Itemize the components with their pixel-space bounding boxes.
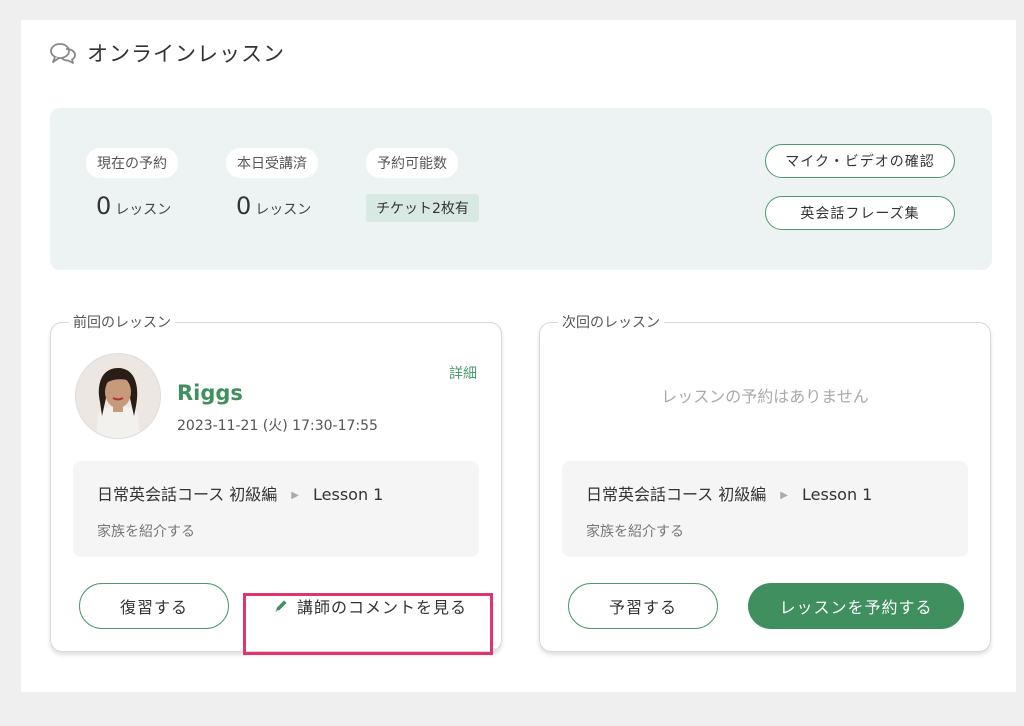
stat-available: 予約可能数 チケット2枚有: [366, 148, 479, 222]
teacher-avatar: [75, 353, 161, 439]
book-lesson-button[interactable]: レッスンを予約する: [748, 583, 964, 629]
lesson-topic: 家族を紹介する: [97, 524, 195, 540]
stat-unit: レッスン: [115, 202, 172, 218]
stat-number: 0: [96, 192, 112, 220]
stat-label: 予約可能数: [366, 148, 458, 178]
stat-unit: レッスン: [255, 202, 312, 218]
chevron-right-icon: ▶: [291, 490, 299, 501]
teacher-name[interactable]: Riggs: [177, 381, 243, 405]
course-line: 日常英会話コース 初級編 ▶ Lesson 1: [97, 481, 383, 505]
stat-label: 本日受講済: [226, 148, 318, 178]
next-lesson-card: 次回のレッスン レッスンの予約はありません 日常英会話コース 初級編 ▶ Lesso…: [539, 312, 991, 652]
chat-bubbles-icon: [50, 43, 76, 64]
ticket-badge: チケット2枚有: [366, 194, 479, 222]
stat-value: 0 レッスン: [226, 192, 318, 220]
lesson-datetime: 2023-11-21 (火) 17:30-17:55: [177, 418, 378, 434]
course-info: 日常英会話コース 初級編 ▶ Lesson 1 家族を紹介する: [562, 461, 968, 557]
card-legend: 前回のレッスン: [69, 312, 175, 332]
stat-number: 0: [236, 192, 252, 220]
lesson-topic: 家族を紹介する: [586, 524, 684, 540]
mic-video-check-button[interactable]: マイク・ビデオの確認: [765, 144, 955, 178]
course-line: 日常英会話コース 初級編 ▶ Lesson 1: [586, 481, 872, 505]
course-info: 日常英会話コース 初級編 ▶ Lesson 1 家族を紹介する: [73, 461, 479, 557]
lesson-number: Lesson 1: [802, 485, 873, 504]
lesson-number: Lesson 1: [313, 485, 384, 504]
stat-completed-today: 本日受講済 0 レッスン: [226, 148, 318, 220]
page-title: オンラインレッスン: [87, 42, 285, 66]
review-button[interactable]: 復習する: [79, 583, 229, 629]
course-name: 日常英会話コース 初級編: [97, 485, 278, 504]
stat-value: 0 レッスン: [86, 192, 178, 220]
course-name: 日常英会話コース 初級編: [586, 485, 767, 504]
stat-current-reservations: 現在の予約 0 レッスン: [86, 148, 178, 220]
teacher-photo-icon: [76, 354, 160, 438]
panel-header: オンラインレッスン: [49, 38, 285, 68]
english-phrases-button[interactable]: 英会話フレーズ集: [765, 196, 955, 230]
detail-link[interactable]: 詳細: [449, 363, 477, 383]
chevron-right-icon: ▶: [780, 490, 788, 501]
lesson-summary: 現在の予約 0 レッスン 本日受講済 0 レッスン 予約可能数 チケット2枚有 マイ…: [50, 108, 992, 270]
card-legend: 次回のレッスン: [558, 312, 664, 332]
preview-button[interactable]: 予習する: [568, 583, 718, 629]
stat-label: 現在の予約: [86, 148, 178, 178]
highlight-box: [243, 593, 493, 655]
no-reservation-message: レッスンの予約はありません: [661, 387, 869, 406]
